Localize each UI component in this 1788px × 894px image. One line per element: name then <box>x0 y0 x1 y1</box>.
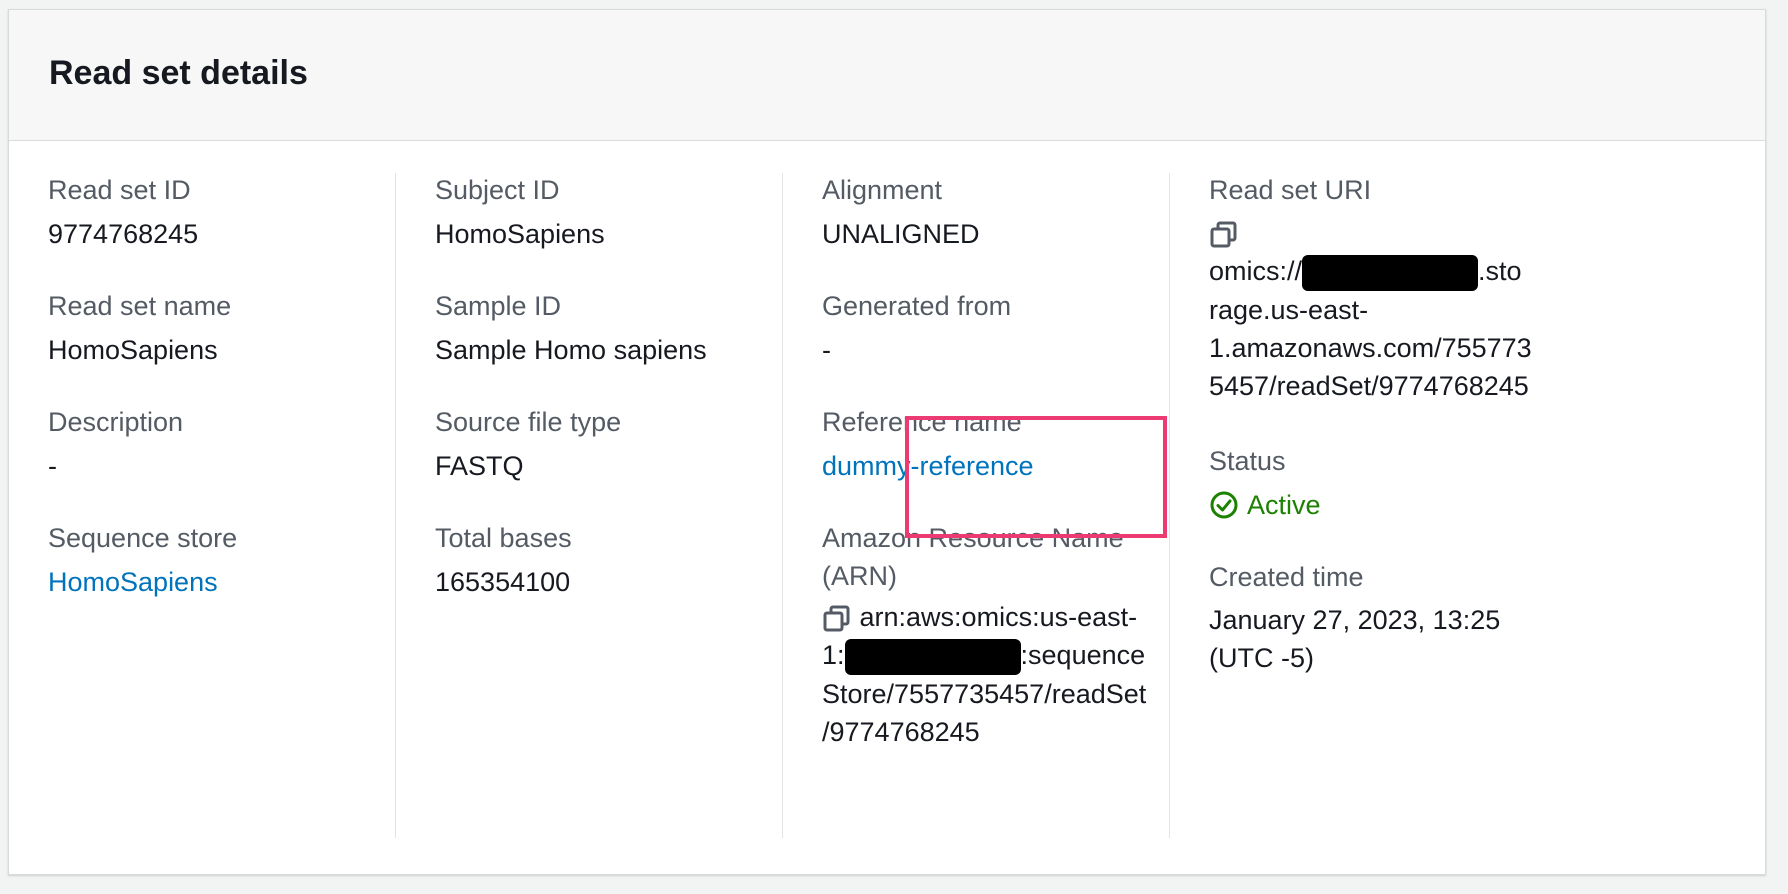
alignment-label: Alignment <box>822 175 943 205</box>
read-set-uri-field: Read set URI omics:// .sto rage.us-east- … <box>1209 168 1532 405</box>
created-time-line-1: January 27, 2023, 13:25 <box>1209 605 1501 635</box>
details-column-3: Alignment UNALIGNED Generated from - Ref… <box>783 173 1170 838</box>
status-value: Active <box>1247 490 1321 520</box>
reference-name-label: Reference name <box>822 407 1022 437</box>
description-value: - <box>48 451 57 481</box>
generated-from-label: Generated from <box>822 291 1012 321</box>
read-set-name-value: HomoSapiens <box>48 335 218 365</box>
status-field: Status Active <box>1209 439 1321 527</box>
arn-line-2-suffix: :sequence <box>1020 640 1146 670</box>
sequence-store-label: Sequence store <box>48 523 238 553</box>
sequence-store-field: Sequence store HomoSapiens <box>48 516 237 604</box>
subject-id-label: Subject ID <box>435 175 560 205</box>
panel-header: Read set details <box>9 10 1765 141</box>
status-badge: Active <box>1209 483 1321 527</box>
arn-value: arn:aws:omics:us-east- 1: :sequence Store… <box>822 598 1146 751</box>
arn-label-line-2: (ARN) <box>822 561 897 591</box>
generated-from-value: - <box>822 335 831 365</box>
details-column-1: Read set ID 9774768245 Read set name Hom… <box>9 173 396 838</box>
total-bases-label: Total bases <box>435 523 572 553</box>
redacted-store-id <box>1302 254 1479 291</box>
check-circle-icon <box>1210 491 1238 519</box>
alignment-field: Alignment UNALIGNED <box>822 168 980 256</box>
arn-line-3: Store/7557735457/readSet <box>822 678 1147 709</box>
read-set-uri-value: omics:// .sto rage.us-east- 1.amazonaws.c… <box>1209 214 1532 405</box>
details-column-2: Subject ID HomoSapiens Sample ID Sample … <box>396 173 783 838</box>
details-column-4: Read set URI omics:// .sto rage.us-east- … <box>1170 173 1760 838</box>
total-bases-field: Total bases 165354100 <box>435 516 572 604</box>
created-time-field: Created time January 27, 2023, 13:25 (UT… <box>1209 555 1500 677</box>
copy-uri-button[interactable] <box>1209 220 1239 250</box>
uri-line-2: rage.us-east- <box>1209 294 1369 325</box>
created-time-line-2: (UTC -5) <box>1209 643 1314 673</box>
uri-line-1-suffix: .sto <box>1478 256 1522 286</box>
status-label: Status <box>1209 446 1286 476</box>
uri-line-1-prefix: omics:// <box>1209 256 1303 286</box>
uri-line-4: 5457/readSet/9774768245 <box>1209 370 1529 401</box>
source-file-type-label: Source file type <box>435 407 622 437</box>
read-set-name-field: Read set name HomoSapiens <box>48 284 231 372</box>
subject-id-field: Subject ID HomoSapiens <box>435 168 605 256</box>
read-set-name-label: Read set name <box>48 291 232 321</box>
read-set-id-label: Read set ID <box>48 175 191 205</box>
alignment-value: UNALIGNED <box>822 219 980 249</box>
description-label: Description <box>48 407 184 437</box>
panel-title: Read set details <box>49 54 308 92</box>
read-set-uri-label: Read set URI <box>1209 175 1372 205</box>
read-set-id-field: Read set ID 9774768245 <box>48 168 198 256</box>
read-set-details-panel: Read set details Read set ID 9774768245 … <box>8 9 1766 875</box>
generated-from-field: Generated from - <box>822 284 1011 372</box>
sequence-store-link[interactable]: HomoSapiens <box>48 567 218 597</box>
description-field: Description - <box>48 400 183 488</box>
arn-line-1: arn:aws:omics:us-east- <box>859 602 1138 632</box>
arn-line-2-prefix: 1: <box>822 640 845 670</box>
created-time-label: Created time <box>1209 562 1364 592</box>
uri-line-3: 1.amazonaws.com/755773 <box>1209 332 1532 363</box>
total-bases-value: 165354100 <box>435 567 571 597</box>
redacted-account-id <box>844 638 1021 675</box>
reference-name-link[interactable]: dummy-reference <box>822 451 1034 481</box>
copy-icon <box>823 605 850 632</box>
copy-icon <box>1210 221 1237 248</box>
subject-id-value: HomoSapiens <box>435 219 605 249</box>
reference-name-field: Reference name dummy-reference <box>822 400 1034 488</box>
created-time-value: January 27, 2023, 13:25 (UTC -5) <box>1209 601 1500 677</box>
read-set-id-value: 9774768245 <box>48 219 199 249</box>
arn-line-4: /9774768245 <box>822 716 980 747</box>
source-file-type-value: FASTQ <box>435 451 524 481</box>
sample-id-label: Sample ID <box>435 291 562 321</box>
sample-id-value: Sample Homo sapiens <box>435 335 707 365</box>
source-file-type-field: Source file type FASTQ <box>435 400 621 488</box>
sample-id-field: Sample ID Sample Homo sapiens <box>435 284 707 372</box>
copy-arn-button[interactable] <box>822 604 852 634</box>
arn-field: Amazon Resource Name (ARN) arn:aws:omics… <box>822 516 1146 751</box>
